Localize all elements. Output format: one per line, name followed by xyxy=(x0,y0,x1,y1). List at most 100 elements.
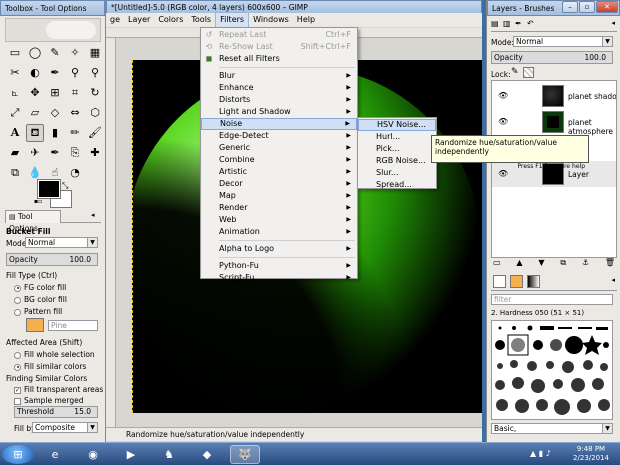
lock-alpha-icon[interactable] xyxy=(523,67,534,78)
eye-icon[interactable]: 👁 xyxy=(498,91,508,100)
menu-item-generic[interactable]: Generic ▶ xyxy=(201,142,357,154)
menu-filters[interactable]: Filters xyxy=(215,12,250,28)
app-taskbar-icon[interactable]: ♞ xyxy=(154,445,184,464)
menu-item-blur[interactable]: Blur ▶ xyxy=(201,70,357,82)
layer-opacity-slider[interactable]: Opacity 100.0 xyxy=(491,51,613,64)
menu-help[interactable]: Help xyxy=(293,13,319,27)
rect-select-icon[interactable]: ▭ xyxy=(6,44,24,62)
menu-item-map[interactable]: Map ▶ xyxy=(201,190,357,202)
menu-item-hsv-noise[interactable]: HSV Noise... xyxy=(358,119,436,131)
layer-row[interactable]: 👁 planet atmosphere xyxy=(492,109,616,136)
fg-fill-radio[interactable]: FG color fill xyxy=(14,283,66,292)
brush-grid[interactable] xyxy=(491,320,613,420)
move-icon[interactable]: ✥ xyxy=(26,84,44,102)
anchor-layer-icon[interactable]: ⚓ xyxy=(582,258,589,270)
fill-by-select[interactable]: Composite ▼ xyxy=(32,422,98,433)
pattern-fill-radio[interactable]: Pattern fill xyxy=(14,307,62,316)
layers-tab-icon[interactable]: ▤ xyxy=(491,19,499,28)
fill-transparent-checkbox[interactable]: ✓ Fill transparent areas xyxy=(14,385,103,394)
ie-taskbar-icon[interactable]: e xyxy=(40,445,70,464)
paths-icon[interactable]: ✒ xyxy=(46,64,64,82)
menu-item-noise[interactable]: Noise ▶ xyxy=(201,118,357,130)
menu-item-reset-all[interactable]: ◼ Reset all Filters xyxy=(201,53,357,65)
clock[interactable]: 9:48 PM 2/23/2014 xyxy=(566,445,616,463)
paths-tab-icon[interactable]: ✒ xyxy=(515,19,522,28)
menu-item-render[interactable]: Render ▶ xyxy=(201,202,357,214)
foreground-select-icon[interactable]: ◐ xyxy=(26,64,44,82)
brush-tag-input[interactable]: Basic, ▼ xyxy=(491,423,613,434)
align-icon[interactable]: ⊞ xyxy=(46,84,64,102)
eraser-icon[interactable]: ▰ xyxy=(6,144,24,162)
dock-menu-icon[interactable]: ◂ xyxy=(611,276,615,284)
free-select-icon[interactable]: ✎ xyxy=(46,44,64,62)
menu-item-spread[interactable]: Spread... xyxy=(358,179,436,191)
lock-pixels-icon[interactable]: ✎ xyxy=(511,67,519,77)
menu-item-rgb-noise[interactable]: RGB Noise... xyxy=(358,155,436,167)
image-window-titlebar[interactable]: *[Untitled]-5.0 (RGB color, 4 layers) 60… xyxy=(106,0,482,14)
menu-item-web[interactable]: Web ▶ xyxy=(201,214,357,226)
close-button[interactable]: ✕ xyxy=(596,1,618,13)
rotate-icon[interactable]: ↻ xyxy=(86,84,104,102)
ink-icon[interactable]: ✒ xyxy=(46,144,64,162)
start-button[interactable]: ⊞ xyxy=(2,445,34,464)
perspective-icon[interactable]: ◇ xyxy=(46,104,64,122)
app2-taskbar-icon[interactable]: ◆ xyxy=(192,445,222,464)
bg-fill-radio[interactable]: BG color fill xyxy=(14,295,67,304)
menu-item-animation[interactable]: Animation ▶ xyxy=(201,226,357,238)
layers-titlebar[interactable]: Layers - Brushes – ▫ ✕ xyxy=(487,0,620,16)
measure-icon[interactable]: ⦜ xyxy=(6,84,24,102)
scale-icon[interactable]: ⤢ xyxy=(6,104,24,122)
menu-item-reshow-last[interactable]: ⟲ Re-Show Last Shift+Ctrl+F xyxy=(201,41,357,53)
menu-image[interactable]: ge xyxy=(106,13,124,27)
bucket-fill-icon[interactable]: ⛾ xyxy=(26,124,44,142)
eye-icon[interactable]: 👁 xyxy=(498,169,508,178)
flip-icon[interactable]: ⇔ xyxy=(66,104,84,122)
dodge-icon[interactable]: ◔ xyxy=(66,164,84,182)
menu-windows[interactable]: Windows xyxy=(249,13,293,27)
perspective-clone-icon[interactable]: ⧉ xyxy=(6,164,24,182)
tray-icons[interactable]: ▲ ▮ ♪ xyxy=(530,449,551,458)
dock-menu-icon[interactable]: ◂ xyxy=(91,211,101,221)
menu-item-slur[interactable]: Slur... xyxy=(358,167,436,179)
text-tool-icon[interactable]: A xyxy=(6,124,24,142)
menu-colors[interactable]: Colors xyxy=(154,13,187,27)
sample-merged-checkbox[interactable]: Sample merged xyxy=(14,396,84,405)
menu-item-pick[interactable]: Pick... xyxy=(358,143,436,155)
raise-layer-icon[interactable]: ▲ xyxy=(516,258,522,270)
paintbrush-icon[interactable]: 🖌 xyxy=(86,124,104,142)
menu-item-enhance[interactable]: Enhance ▶ xyxy=(201,82,357,94)
chrome-taskbar-icon[interactable]: ◉ xyxy=(78,445,108,464)
layer-row[interactable]: 👁 planet shadow xyxy=(492,83,616,109)
dock-menu-icon[interactable]: ◂ xyxy=(611,19,615,27)
clone-icon[interactable]: ⎘ xyxy=(66,144,84,162)
minimize-button[interactable]: – xyxy=(562,1,578,13)
swap-colors-icon[interactable]: ⤡ xyxy=(62,181,68,191)
menu-layer[interactable]: Layer xyxy=(124,13,154,27)
menu-item-distorts[interactable]: Distorts ▶ xyxy=(201,94,357,106)
media-player-taskbar-icon[interactable]: ▶ xyxy=(116,445,146,464)
menu-item-decor[interactable]: Decor ▶ xyxy=(201,178,357,190)
channels-tab-icon[interactable]: ▥ xyxy=(503,19,511,28)
layer-mode-select[interactable]: Normal ▼ xyxy=(513,36,613,47)
menu-item-artistic[interactable]: Artistic ▶ xyxy=(201,166,357,178)
gradients-tab-icon[interactable] xyxy=(527,275,540,288)
blend-icon[interactable]: ▮ xyxy=(46,124,64,142)
maximize-button[interactable]: ▫ xyxy=(579,1,595,13)
menu-item-python-fu[interactable]: Python-Fu ▶ xyxy=(201,260,357,272)
color-select-icon[interactable]: ▦ xyxy=(86,44,104,62)
patterns-tab-icon[interactable] xyxy=(510,275,523,288)
pencil-icon[interactable]: ✏ xyxy=(66,124,84,142)
menu-item-alpha-to-logo[interactable]: Alpha to Logo ▶ xyxy=(201,243,357,255)
toolbox-titlebar[interactable]: Toolbox - Tool Options xyxy=(0,0,105,16)
tab-tool-options[interactable]: ▤ Tool Options xyxy=(5,210,61,233)
scissors-icon[interactable]: ✂ xyxy=(6,64,24,82)
shear-icon[interactable]: ▱ xyxy=(26,104,44,122)
undo-tab-icon[interactable]: ↶ xyxy=(527,19,534,28)
threshold-slider[interactable]: Threshold 15.0 xyxy=(14,406,98,418)
fill-whole-selection-radio[interactable]: Fill whole selection xyxy=(14,350,95,359)
menu-item-repeat-last[interactable]: ↺ Repeat Last Ctrl+F xyxy=(201,29,357,41)
eye-icon[interactable]: 👁 xyxy=(498,117,508,126)
crop-icon[interactable]: ⌗ xyxy=(66,84,84,102)
zoom-icon[interactable]: ⚲ xyxy=(86,64,104,82)
menu-tools[interactable]: Tools xyxy=(187,13,215,27)
